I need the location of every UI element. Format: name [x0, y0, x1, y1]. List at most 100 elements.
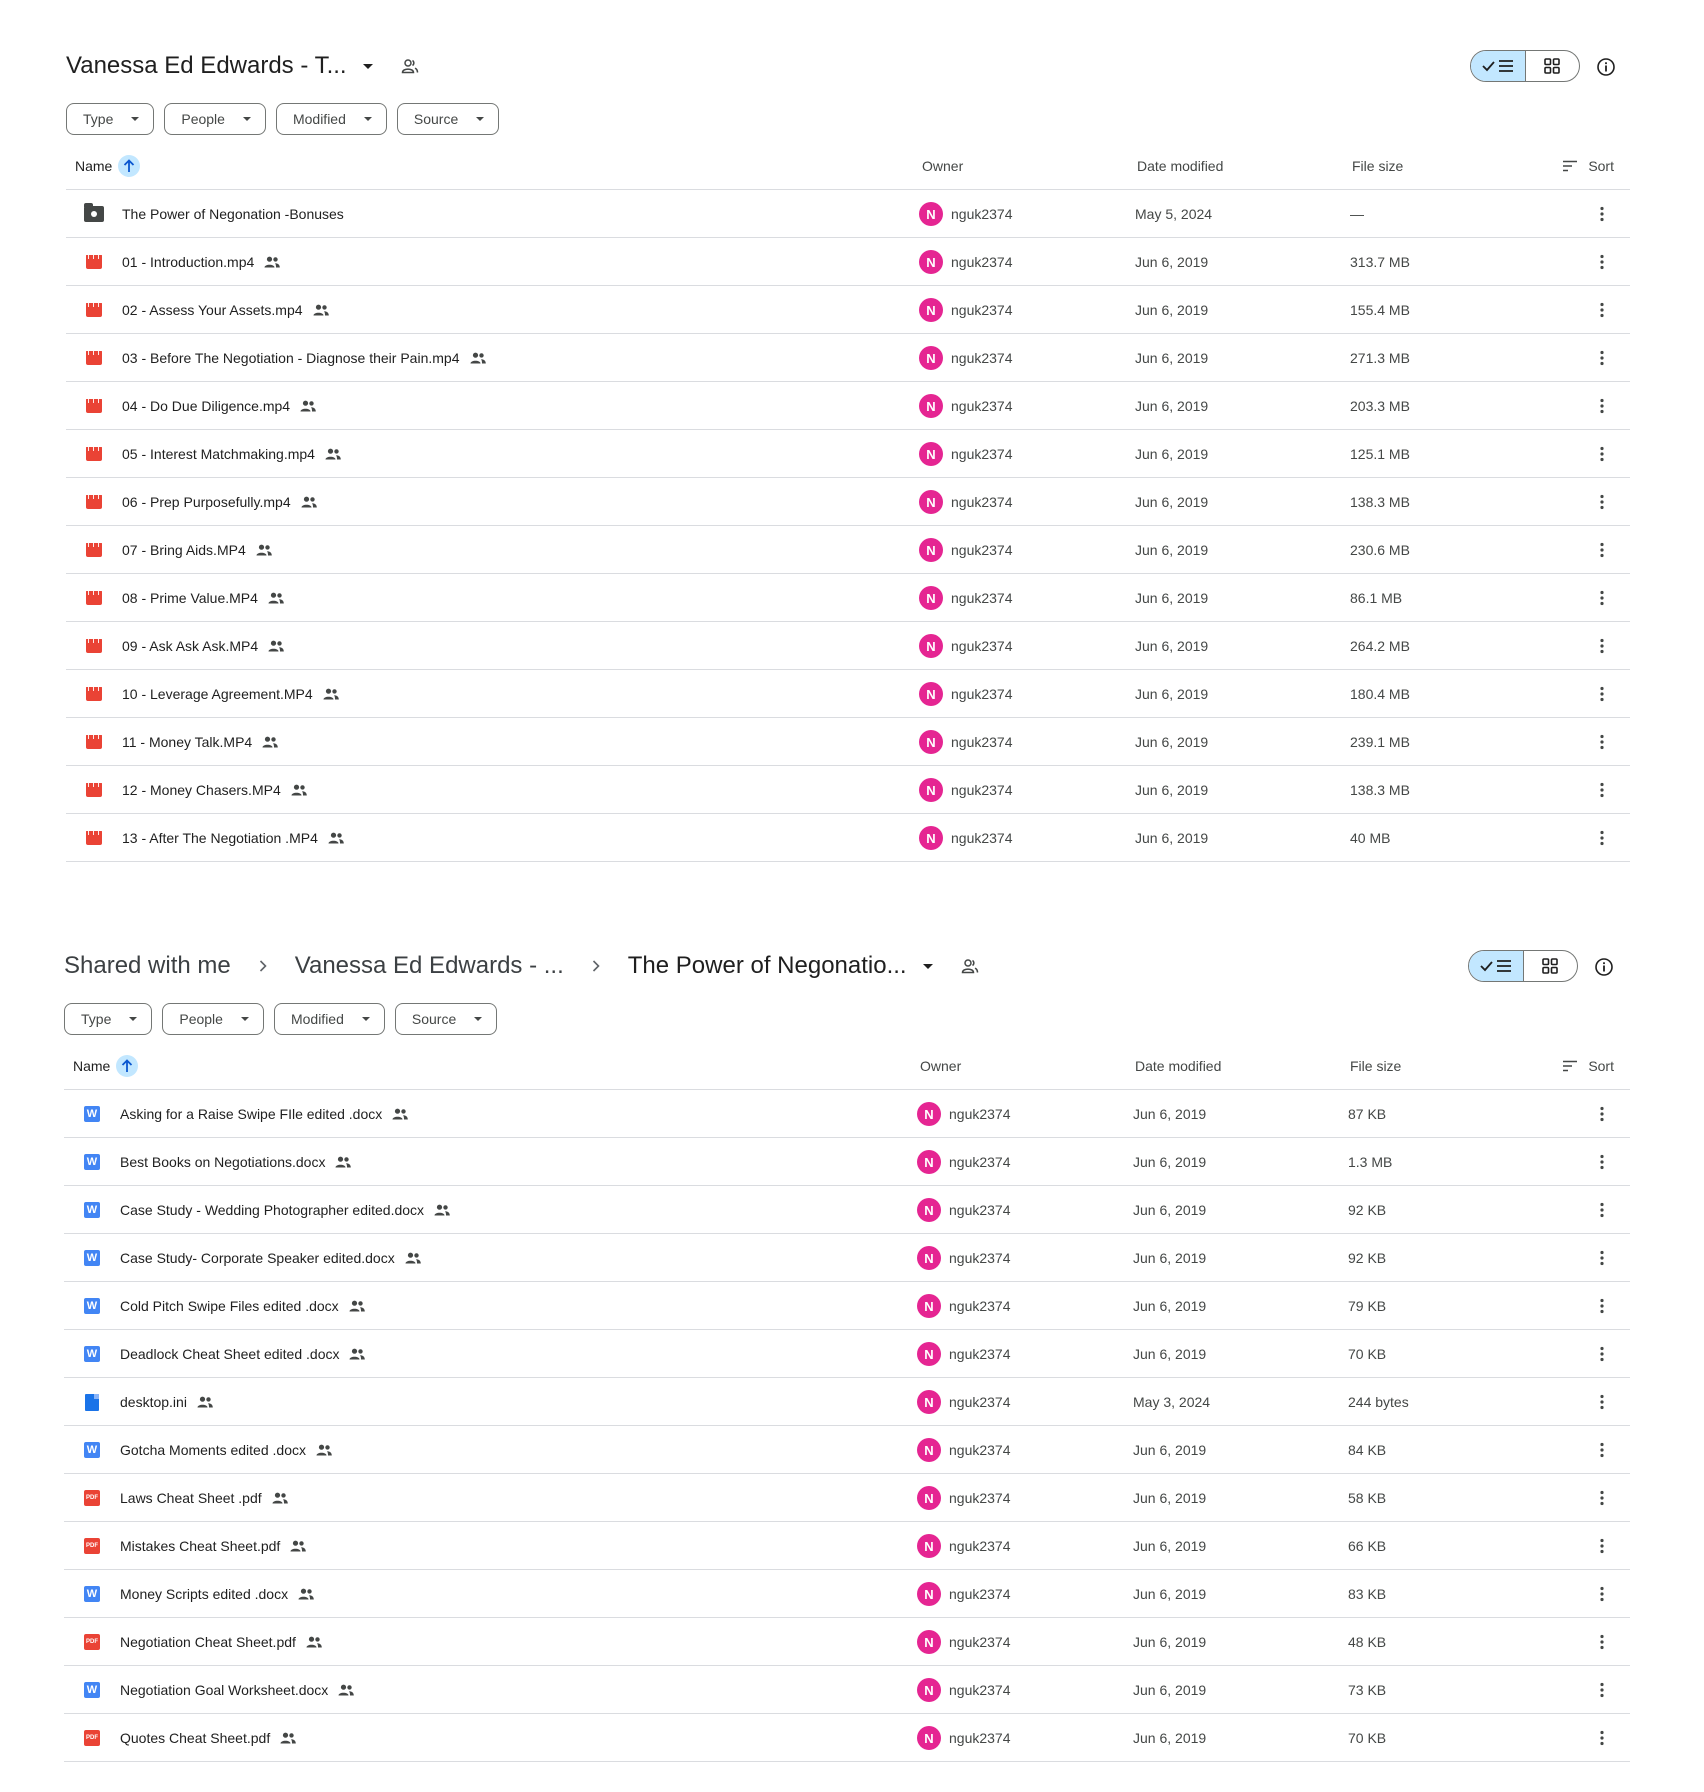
table-row[interactable]: W Case Study- Corporate Speaker edited.do… — [64, 1234, 1630, 1282]
sort-button[interactable]: Sort — [1562, 1042, 1614, 1090]
manage-access-button[interactable] — [961, 958, 979, 974]
more-actions-button[interactable] — [1592, 1138, 1612, 1186]
column-header-owner[interactable]: Owner — [922, 142, 963, 190]
file-name-cell[interactable]: Case Study- Corporate Speaker edited.doc… — [120, 1234, 421, 1282]
more-actions-button[interactable] — [1592, 574, 1612, 622]
more-actions-button[interactable] — [1592, 1522, 1612, 1570]
file-name-cell[interactable]: Best Books on Negotiations.docx — [120, 1138, 352, 1186]
more-actions-button[interactable] — [1592, 1426, 1612, 1474]
folder-menu-caret-icon[interactable] — [362, 63, 373, 69]
more-actions-button[interactable] — [1592, 1714, 1612, 1762]
more-actions-button[interactable] — [1592, 1282, 1612, 1330]
more-actions-button[interactable] — [1592, 478, 1612, 526]
table-row[interactable]: 03 - Before The Negotiation - Diagnose t… — [66, 334, 1630, 382]
column-header-name[interactable]: Name — [75, 142, 141, 190]
more-actions-button[interactable] — [1592, 526, 1612, 574]
more-actions-button[interactable] — [1592, 766, 1612, 814]
column-header-date-modified[interactable]: Date modified — [1137, 142, 1223, 190]
file-name-cell[interactable]: 03 - Before The Negotiation - Diagnose t… — [122, 334, 486, 382]
filter-chip-source[interactable]: Source — [394, 1003, 498, 1035]
column-header-file-size[interactable]: File size — [1350, 1042, 1401, 1090]
table-row[interactable]: W Negotiation Goal Worksheet.docx Nnguk237… — [64, 1666, 1630, 1714]
more-actions-button[interactable] — [1592, 382, 1612, 430]
file-name-cell[interactable]: Asking for a Raise Swipe FIle edited .do… — [120, 1090, 409, 1138]
filter-chip-source[interactable]: Source — [396, 103, 500, 135]
table-row[interactable]: 08 - Prime Value.MP4 Nnguk2374 Jun 6, 2019… — [66, 574, 1630, 622]
file-name-cell[interactable]: 12 - Money Chasers.MP4 — [122, 766, 307, 814]
filter-chip-type[interactable]: Type — [66, 103, 155, 135]
file-name-cell[interactable]: Gotcha Moments edited .docx — [120, 1426, 332, 1474]
sort-direction-button[interactable] — [118, 155, 141, 177]
more-actions-button[interactable] — [1592, 1618, 1612, 1666]
file-name-cell[interactable]: Negotiation Goal Worksheet.docx — [120, 1666, 355, 1714]
folder-menu-caret-icon[interactable] — [922, 963, 933, 969]
table-row[interactable]: W Deadlock Cheat Sheet edited .docx Nnguk2… — [64, 1330, 1630, 1378]
file-name-cell[interactable]: Negotiation Cheat Sheet.pdf — [120, 1618, 322, 1666]
more-actions-button[interactable] — [1592, 718, 1612, 766]
more-actions-button[interactable] — [1592, 1234, 1612, 1282]
file-name-cell[interactable]: 06 - Prep Purposefully.mp4 — [122, 478, 317, 526]
current-folder-title[interactable]: The Power of Negonatio... — [628, 952, 907, 980]
filter-chip-modified[interactable]: Modified — [275, 103, 387, 135]
table-row[interactable]: 12 - Money Chasers.MP4 Nnguk2374 Jun 6, 20… — [66, 766, 1630, 814]
table-row[interactable]: W Money Scripts edited .docx Nnguk2374 Jun … — [64, 1570, 1630, 1618]
file-name-cell[interactable]: desktop.ini — [120, 1378, 213, 1426]
breadcrumb-item[interactable]: Shared with me — [64, 952, 231, 980]
filter-chip-modified[interactable]: Modified — [273, 1003, 385, 1035]
table-row[interactable]: W Asking for a Raise Swipe FIle edited .d… — [64, 1090, 1630, 1138]
table-row[interactable]: W Gotcha Moments edited .docx Nnguk2374 Jun… — [64, 1426, 1630, 1474]
table-row[interactable]: 01 - Introduction.mp4 Nnguk2374 Jun 6, 201… — [66, 238, 1630, 286]
more-actions-button[interactable] — [1592, 238, 1612, 286]
table-row[interactable]: W Best Books on Negotiations.docx Nnguk237… — [64, 1138, 1630, 1186]
table-row[interactable]: PDF Mistakes Cheat Sheet.pdf Nnguk2374 Jun … — [64, 1522, 1630, 1570]
more-actions-button[interactable] — [1592, 190, 1612, 238]
breadcrumb-item[interactable]: Vanessa Ed Edwards - ... — [295, 952, 564, 980]
more-actions-button[interactable] — [1592, 1330, 1612, 1378]
more-actions-button[interactable] — [1592, 286, 1612, 334]
file-name-cell[interactable]: 08 - Prime Value.MP4 — [122, 574, 284, 622]
list-view-button[interactable] — [1471, 51, 1526, 81]
file-name-cell[interactable]: 07 - Bring Aids.MP4 — [122, 526, 272, 574]
more-actions-button[interactable] — [1592, 1186, 1612, 1234]
details-button[interactable] — [1595, 56, 1617, 78]
more-actions-button[interactable] — [1592, 430, 1612, 478]
table-row[interactable]: The Power of Negonation -Bonuses Nnguk237… — [66, 190, 1630, 238]
file-name-cell[interactable]: 02 - Assess Your Assets.mp4 — [122, 286, 329, 334]
table-row[interactable]: PDF Negotiation Cheat Sheet.pdf Nnguk2374 J… — [64, 1618, 1630, 1666]
file-name-cell[interactable]: 11 - Money Talk.MP4 — [122, 718, 279, 766]
more-actions-button[interactable] — [1592, 1666, 1612, 1714]
table-row[interactable]: W Cold Pitch Swipe Files edited .docx Nngu… — [64, 1282, 1630, 1330]
more-actions-button[interactable] — [1592, 622, 1612, 670]
file-name-cell[interactable]: Quotes Cheat Sheet.pdf — [120, 1714, 297, 1762]
file-name-cell[interactable]: Laws Cheat Sheet .pdf — [120, 1474, 288, 1522]
column-header-name[interactable]: Name — [73, 1042, 139, 1090]
file-name-cell[interactable]: Case Study - Wedding Photographer edited… — [120, 1186, 450, 1234]
table-row[interactable]: PDF Laws Cheat Sheet .pdf Nnguk2374 Jun 6, … — [64, 1474, 1630, 1522]
sort-button[interactable]: Sort — [1562, 142, 1614, 190]
file-name-cell[interactable]: 13 - After The Negotiation .MP4 — [122, 814, 344, 862]
table-row[interactable]: 05 - Interest Matchmaking.mp4 Nnguk2374 Ju… — [66, 430, 1630, 478]
table-row[interactable]: 13 - After The Negotiation .MP4 Nnguk2374… — [66, 814, 1630, 862]
table-row[interactable]: 02 - Assess Your Assets.mp4 Nnguk2374 Jun … — [66, 286, 1630, 334]
grid-view-button[interactable] — [1524, 951, 1578, 981]
file-name-cell[interactable]: 01 - Introduction.mp4 — [122, 238, 281, 286]
column-header-date-modified[interactable]: Date modified — [1135, 1042, 1221, 1090]
file-name-cell[interactable]: 10 - Leverage Agreement.MP4 — [122, 670, 339, 718]
file-name-cell[interactable]: Mistakes Cheat Sheet.pdf — [120, 1522, 307, 1570]
table-row[interactable]: 11 - Money Talk.MP4 Nnguk2374 Jun 6, 2019 2… — [66, 718, 1630, 766]
column-header-owner[interactable]: Owner — [920, 1042, 961, 1090]
file-name-cell[interactable]: Deadlock Cheat Sheet edited .docx — [120, 1330, 366, 1378]
list-view-button[interactable] — [1469, 951, 1524, 981]
file-name-cell[interactable]: Cold Pitch Swipe Files edited .docx — [120, 1282, 365, 1330]
file-name-cell[interactable]: The Power of Negonation -Bonuses — [122, 190, 344, 238]
filter-chip-type[interactable]: Type — [64, 1003, 153, 1035]
table-row[interactable]: 07 - Bring Aids.MP4 Nnguk2374 Jun 6, 2019 2… — [66, 526, 1630, 574]
grid-view-button[interactable] — [1526, 51, 1580, 81]
table-row[interactable]: W Case Study - Wedding Photographer edite… — [64, 1186, 1630, 1234]
current-folder-title[interactable]: Vanessa Ed Edwards - T... — [66, 52, 347, 80]
manage-access-button[interactable] — [401, 58, 419, 74]
column-header-file-size[interactable]: File size — [1352, 142, 1403, 190]
more-actions-button[interactable] — [1592, 1378, 1612, 1426]
filter-chip-people[interactable]: People — [164, 103, 266, 135]
more-actions-button[interactable] — [1592, 1570, 1612, 1618]
